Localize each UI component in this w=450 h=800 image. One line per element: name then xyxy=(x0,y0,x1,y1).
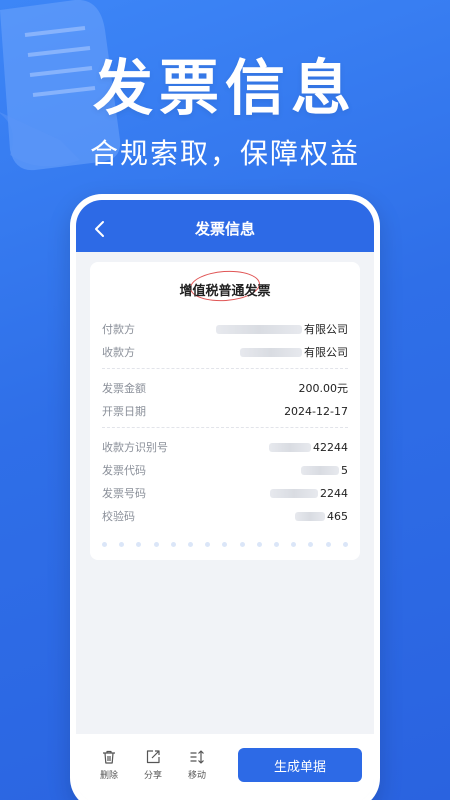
redacted-text xyxy=(240,347,302,357)
redacted-text xyxy=(295,511,325,521)
bottom-toolbar: 删除 分享 移动 生成单据 xyxy=(76,734,374,800)
tax-id-row: 收款方识别号 42244 xyxy=(102,438,348,456)
generate-document-button[interactable]: 生成单据 xyxy=(238,748,362,782)
move-button[interactable]: 移动 xyxy=(176,749,218,781)
nav-bar: 发票信息 xyxy=(76,200,374,252)
date-value: 2024-12-17 xyxy=(284,404,348,418)
redacted-text xyxy=(270,488,318,498)
payee-row: 收款方 有限公司 xyxy=(102,343,348,361)
invoice-number-row: 发票号码 2244 xyxy=(102,484,348,502)
divider xyxy=(102,427,348,428)
tax-id-label: 收款方识别号 xyxy=(102,441,168,454)
invoice-code-row: 发票代码 5 xyxy=(102,461,348,479)
check-code-label: 校验码 xyxy=(102,510,135,523)
invoice-number-label: 发票号码 xyxy=(102,487,146,500)
amount-row: 发票金额 200.00元 xyxy=(102,379,348,397)
chevron-left-icon[interactable] xyxy=(90,218,112,240)
payer-value: 有限公司 xyxy=(304,323,348,336)
redacted-text xyxy=(269,442,311,452)
payer-label: 付款方 xyxy=(102,323,135,336)
check-code-row: 校验码 465 xyxy=(102,507,348,525)
share-icon xyxy=(146,750,160,764)
divider xyxy=(102,368,348,369)
trash-icon xyxy=(103,750,115,764)
page-title: 发票信息 xyxy=(194,219,255,238)
phone-frame: 发票信息 增值税普通发票 付款方 有限公司 收款方 有限公司 发票金额 200.… xyxy=(70,194,380,800)
payee-label: 收款方 xyxy=(102,346,135,359)
share-button[interactable]: 分享 xyxy=(132,749,174,781)
date-row: 开票日期 2024-12-17 xyxy=(102,402,348,420)
share-label: 分享 xyxy=(143,771,162,781)
invoice-title: 增值税普通发票 xyxy=(179,284,271,299)
hero-title: 发票信息 xyxy=(93,54,357,124)
sort-move-icon xyxy=(190,750,204,764)
date-label: 开票日期 xyxy=(102,405,146,418)
check-code-value: 465 xyxy=(327,509,348,523)
invoice-code-value: 5 xyxy=(341,463,348,477)
phone-screen: 发票信息 增值税普通发票 付款方 有限公司 收款方 有限公司 发票金额 200.… xyxy=(76,200,374,800)
amount-value: 200.00元 xyxy=(298,382,349,395)
delete-label: 删除 xyxy=(99,771,118,781)
delete-button[interactable]: 删除 xyxy=(88,749,130,781)
invoice-code-label: 发票代码 xyxy=(102,464,146,477)
move-label: 移动 xyxy=(187,771,206,781)
redacted-text xyxy=(216,324,302,334)
invoice-card: 增值税普通发票 付款方 有限公司 收款方 有限公司 发票金额 200.00元 开… xyxy=(90,262,360,560)
payer-row: 付款方 有限公司 xyxy=(102,320,348,338)
tax-id-value: 42244 xyxy=(313,440,348,454)
hero-subtitle: 合规索取，保障权益 xyxy=(89,137,360,170)
invoice-number-value: 2244 xyxy=(320,486,348,500)
amount-label: 发票金额 xyxy=(102,382,146,395)
redacted-text xyxy=(301,465,339,475)
perforation-dots xyxy=(102,542,348,547)
payee-value: 有限公司 xyxy=(304,346,348,359)
